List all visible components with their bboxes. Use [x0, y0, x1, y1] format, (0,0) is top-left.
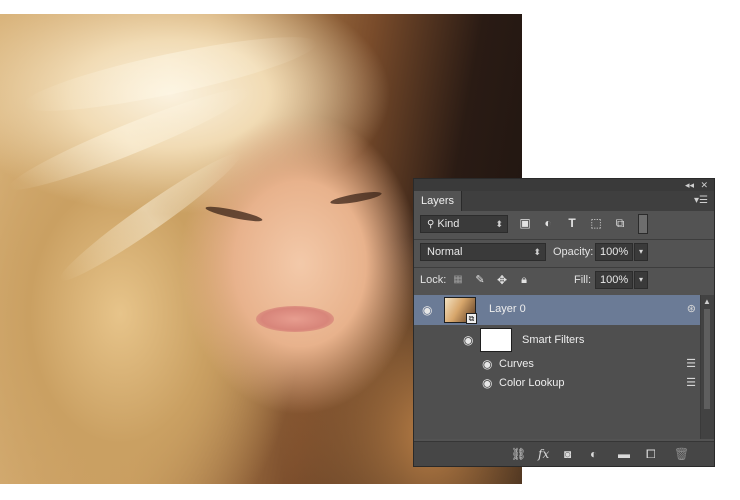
layer-row-curves[interactable]: ◉ Curves ☰: [414, 355, 700, 373]
eye-right: [329, 189, 383, 207]
link-layers-icon[interactable]: ⛓: [511, 446, 526, 462]
filter-mask-thumbnail[interactable]: [480, 328, 512, 352]
lock-all-icon[interactable]: 🔒︎: [516, 272, 532, 288]
layer-thumbnail: ⧉: [444, 297, 477, 324]
search-icon: ⚲: [427, 219, 435, 230]
opacity-label: Opacity:: [553, 246, 594, 258]
layer-name: Layer 0: [489, 303, 526, 315]
blending-options-icon[interactable]: ☰: [686, 376, 696, 389]
divider: [414, 239, 714, 240]
close-icon[interactable]: ✕: [700, 179, 708, 191]
add-mask-icon[interactable]: ◙: [564, 446, 571, 462]
shape-filter-icon[interactable]: ⬚: [588, 215, 604, 231]
tab-bar: Layers ▾☰: [414, 191, 714, 211]
visibility-eye-icon[interactable]: ◉: [482, 376, 492, 390]
layer-list-scrollbar[interactable]: ▲: [700, 295, 714, 439]
opacity-field[interactable]: 100%: [595, 243, 633, 261]
lips: [256, 306, 334, 332]
blend-row: Normal ⬍ Opacity: 100% ▾: [414, 243, 714, 263]
filter-kind-select[interactable]: ⚲ Kind ⬍: [420, 215, 508, 233]
scroll-up-icon[interactable]: ▲: [703, 297, 711, 306]
fill-label: Fill:: [574, 274, 592, 286]
filter-row: ⚲ Kind ⬍ ▣ ◐ T ⬚ ⧉: [414, 214, 714, 235]
collapse-icon[interactable]: ◂◂: [685, 179, 694, 191]
eye-left: [204, 204, 264, 224]
fill-field[interactable]: 100%: [595, 271, 633, 289]
image-filter-icon[interactable]: ▣: [517, 215, 533, 231]
layers-panel: ◂◂ ✕ Layers ▾☰ ⚲ Kind ⬍ ▣ ◐ T ⬚ ⧉ Normal…: [413, 178, 715, 467]
visibility-eye-icon[interactable]: ◉: [463, 333, 473, 347]
filter-toggle-icon[interactable]: [638, 214, 648, 234]
type-filter-icon[interactable]: T: [564, 215, 580, 231]
smart-object-filter-icon[interactable]: ⧉: [612, 215, 628, 231]
smart-filter-indicator-icon[interactable]: ⊛: [687, 302, 696, 315]
chevron-updown-icon: ⬍: [533, 247, 541, 257]
adjustment-filter-icon[interactable]: ◐: [540, 215, 556, 231]
fill-dropdown-button[interactable]: ▾: [634, 271, 648, 289]
visibility-eye-icon[interactable]: ◉: [482, 357, 492, 371]
new-layer-icon[interactable]: ⧠: [646, 446, 656, 462]
layer-row-smart-filters[interactable]: ◉ Smart Filters: [414, 327, 700, 353]
scrollbar-thumb[interactable]: [704, 309, 710, 409]
fx-layer-style-icon[interactable]: fx: [538, 446, 549, 462]
blend-mode-select[interactable]: Normal ⬍: [420, 243, 546, 261]
smart-filters-label: Smart Filters: [522, 334, 585, 346]
filter-kind-label: Kind: [437, 218, 460, 230]
panel-menu-icon[interactable]: ▾☰: [694, 195, 708, 206]
blend-mode-value: Normal: [427, 246, 463, 258]
new-adjustment-layer-icon[interactable]: ◐: [590, 446, 597, 462]
lock-position-icon[interactable]: ✥: [494, 272, 510, 288]
lock-paint-icon[interactable]: ✎: [472, 272, 488, 288]
layer-row-color-lookup[interactable]: ◉ Color Lookup ☰: [414, 374, 700, 392]
filter-name: Curves: [499, 358, 534, 370]
lock-label: Lock:: [420, 274, 447, 286]
chevron-updown-icon: ⬍: [495, 219, 503, 229]
panel-bottom-bar: ⛓ fx ◙ ◐ ▬ ⧠ 🗑︎: [414, 441, 714, 466]
visibility-eye-icon[interactable]: ◉: [422, 303, 432, 317]
new-group-folder-icon[interactable]: ▬: [618, 446, 630, 462]
opacity-dropdown-button[interactable]: ▾: [634, 243, 648, 261]
filter-name: Color Lookup: [499, 377, 565, 389]
lock-row: Lock: ▦ ✎ ✥ 🔒︎ Fill: 100% ▾: [414, 271, 714, 291]
smart-object-badge-icon: ⧉: [466, 313, 477, 324]
layer-row-layer-0[interactable]: ◉ ⧉ Layer 0 ⊛: [414, 295, 700, 325]
lock-transparent-icon[interactable]: ▦: [450, 272, 466, 288]
divider: [414, 267, 714, 268]
delete-layer-trash-icon[interactable]: 🗑︎: [674, 446, 689, 462]
tab-layers[interactable]: Layers: [414, 191, 463, 211]
layer-list: ◉ ⧉ Layer 0 ⊛ ◉ Smart Filters ◉ Curves ☰…: [414, 295, 700, 439]
blending-options-icon[interactable]: ☰: [686, 357, 696, 370]
